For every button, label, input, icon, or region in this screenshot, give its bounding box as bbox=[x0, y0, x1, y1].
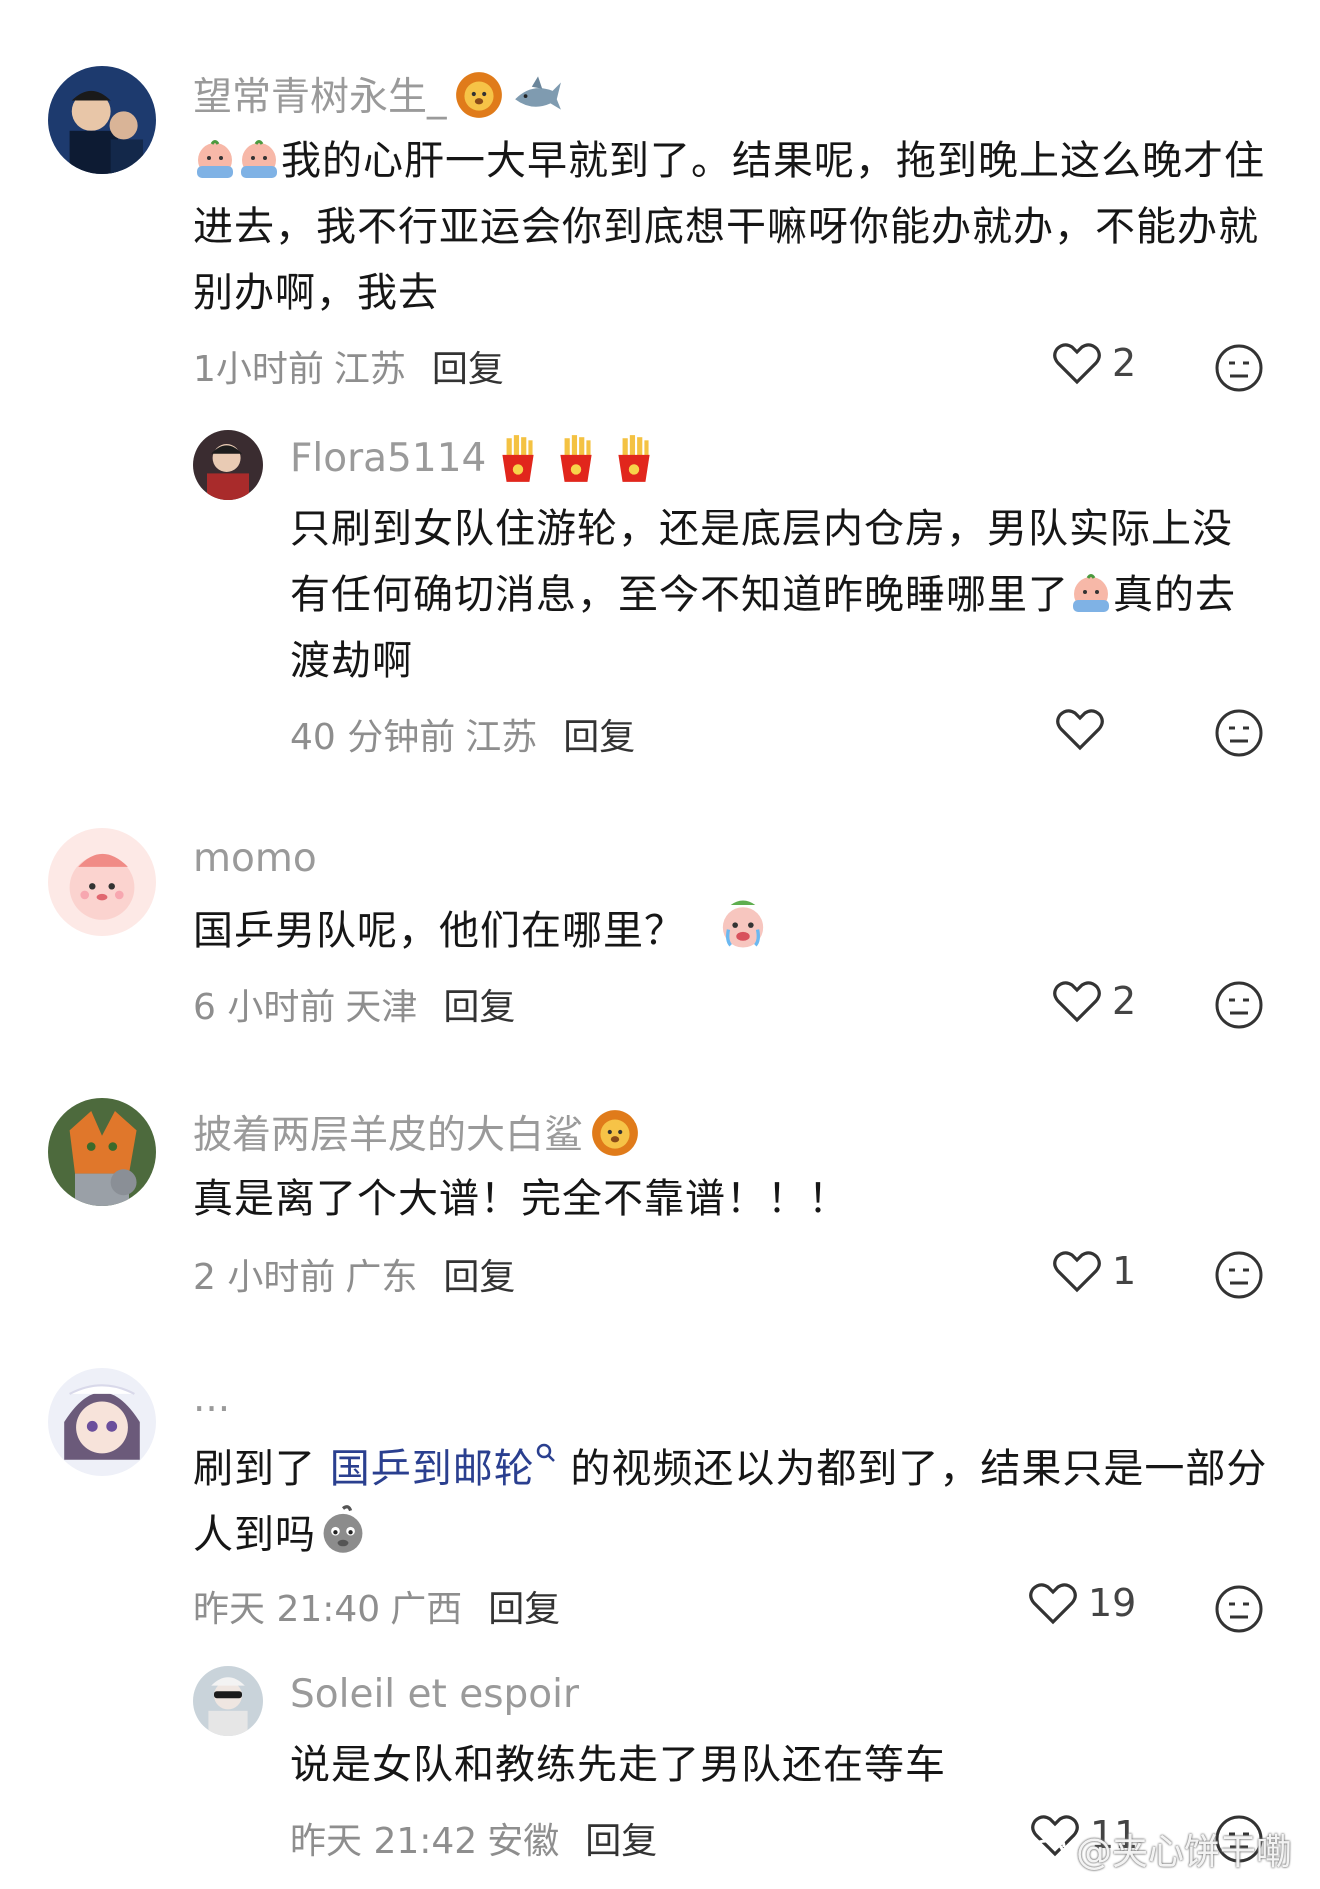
like-button[interactable]: 2 bbox=[1052, 978, 1136, 1024]
comment-text: 说是女队和教练先走了男队还在等车 bbox=[290, 1742, 946, 1788]
username[interactable]: 披着两层羊皮的大白鲨 bbox=[193, 1104, 641, 1160]
comment-meta: 1小时前 江苏 回复 bbox=[193, 340, 504, 392]
sad-face-emoji-icon bbox=[323, 1505, 363, 1553]
comment-time: 6 小时前 bbox=[193, 987, 336, 1028]
reply-button[interactable]: 回复 bbox=[443, 1257, 515, 1298]
dislike-face-icon[interactable] bbox=[1214, 1250, 1264, 1300]
comment-meta: 2 小时前 广东 回复 bbox=[193, 1248, 515, 1300]
comment-region: 广东 bbox=[345, 1257, 418, 1298]
avatar[interactable] bbox=[48, 66, 156, 174]
comment-meta: 昨天 21:40 广西 回复 bbox=[193, 1580, 560, 1632]
comment-region: 天津 bbox=[345, 987, 418, 1028]
heart-icon bbox=[1053, 981, 1101, 1023]
reply-button[interactable]: 回复 bbox=[443, 987, 515, 1028]
like-count: 2 bbox=[1112, 341, 1137, 385]
avatar[interactable] bbox=[193, 430, 263, 500]
fries-emoji-icon bbox=[618, 435, 650, 482]
comment-time: 昨天 21:42 bbox=[290, 1821, 478, 1862]
heart-icon bbox=[1053, 343, 1101, 385]
comment-region: 江苏 bbox=[333, 349, 406, 390]
like-button[interactable]: 1 bbox=[1052, 1248, 1136, 1294]
reply-button[interactable]: 回复 bbox=[488, 1589, 560, 1630]
comment-text: 国乒男队呢，他们在哪里？ bbox=[193, 896, 1273, 964]
reply-button[interactable]: 回复 bbox=[585, 1821, 657, 1862]
lion-emoji-icon bbox=[455, 72, 502, 118]
comment-region: 江苏 bbox=[465, 717, 538, 758]
avatar[interactable] bbox=[193, 1666, 263, 1736]
dislike-face-icon[interactable] bbox=[1214, 1584, 1264, 1634]
weibo-logo-icon bbox=[1027, 1835, 1066, 1867]
dislike-face-icon[interactable] bbox=[1214, 980, 1264, 1030]
comment-text: 只刷到女队住游轮，还是底层内仓房，男队实际上没有任何确切消息，至今不知道昨晚睡哪… bbox=[290, 506, 1236, 684]
username[interactable]: Flora5114 bbox=[290, 432, 660, 484]
crying-emoji-icon bbox=[241, 140, 277, 178]
dislike-face-icon[interactable] bbox=[1214, 708, 1264, 758]
like-count: 19 bbox=[1088, 1581, 1137, 1625]
reply-button[interactable]: 回复 bbox=[432, 349, 504, 390]
shark-emoji-icon bbox=[514, 76, 561, 110]
like-button[interactable]: 19 bbox=[1028, 1580, 1136, 1626]
comment-time: 40 分钟前 bbox=[290, 717, 456, 758]
reply-button[interactable]: 回复 bbox=[563, 717, 635, 758]
username[interactable]: Soleil et espoir bbox=[290, 1672, 579, 1717]
fries-emoji-icon bbox=[560, 435, 592, 482]
username[interactable]: momo bbox=[193, 836, 317, 881]
fries-emoji-icon bbox=[502, 435, 534, 482]
like-count: 2 bbox=[1112, 979, 1137, 1023]
avatar[interactable] bbox=[48, 1098, 156, 1206]
comment-meta: 昨天 21:42 安徽 回复 bbox=[290, 1812, 657, 1864]
comment-text: 真是离了个大谱！完全不靠谱！！！ bbox=[193, 1176, 849, 1222]
comment-time: 2 小时前 bbox=[193, 1257, 336, 1298]
search-link[interactable]: 国乒到邮轮 bbox=[330, 1443, 557, 1492]
comment-meta: 40 分钟前 江苏 回复 bbox=[290, 708, 635, 760]
crying-emoji-icon bbox=[197, 140, 233, 178]
lion-emoji-icon bbox=[592, 1110, 638, 1156]
avatar[interactable] bbox=[48, 1368, 156, 1476]
watermark: @夹心饼干嘞 bbox=[1026, 1823, 1292, 1875]
avatar[interactable] bbox=[48, 828, 156, 936]
dislike-face-icon[interactable] bbox=[1214, 343, 1264, 393]
search-icon bbox=[536, 1443, 555, 1462]
username[interactable]: 望常青树永生_ bbox=[193, 66, 563, 122]
crying-emoji-icon bbox=[1073, 574, 1109, 612]
comment-text: 刷到了 国乒到邮轮 的视频还以为都到了，结果只是一部分人到吗 bbox=[193, 1436, 1273, 1568]
comment-text: 我的心肝一大早就到了。结果呢，拖到晚上这么晚才住进去，我不行亚运会你到底想干嘛呀… bbox=[193, 138, 1265, 316]
comment-region: 安徽 bbox=[487, 1821, 560, 1862]
comment-time: 昨天 21:40 bbox=[193, 1589, 381, 1630]
like-count: 1 bbox=[1112, 1249, 1137, 1293]
like-button[interactable]: 2 bbox=[1052, 340, 1136, 386]
heart-icon bbox=[1029, 1583, 1077, 1625]
comment-region: 广西 bbox=[390, 1589, 463, 1630]
heart-icon bbox=[1053, 1251, 1101, 1293]
comment-time: 1小时前 bbox=[193, 349, 324, 390]
crying-face-emoji-icon bbox=[722, 900, 763, 948]
heart-icon bbox=[1056, 709, 1104, 751]
like-button[interactable] bbox=[1055, 706, 1115, 752]
username[interactable]: ... bbox=[193, 1376, 230, 1421]
comment-meta: 6 小时前 天津 回复 bbox=[193, 978, 515, 1030]
